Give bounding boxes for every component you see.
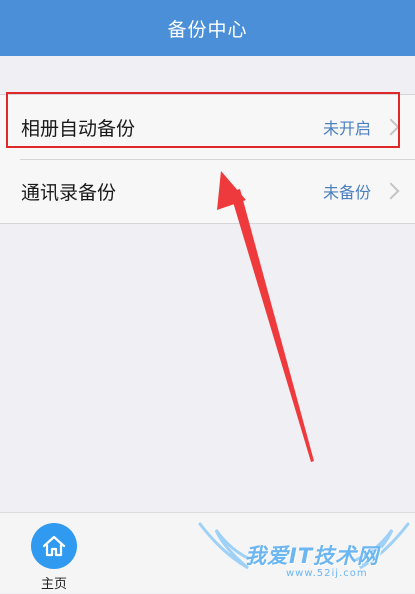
contacts-backup-status: 未备份: [322, 183, 371, 202]
home-icon: [42, 535, 66, 557]
bottom-tab-bar: 主页: [0, 512, 415, 593]
chevron-right-icon: [382, 118, 400, 136]
album-auto-backup-label: 相册自动备份: [21, 117, 136, 140]
chevron-right-icon: [382, 182, 400, 200]
home-tab-label: 主页: [40, 577, 67, 592]
backup-settings-list: 相册自动备份 未开启 通讯录备份 未备份: [0, 94, 415, 224]
contacts-backup-label: 通讯录备份: [21, 181, 117, 204]
page-title: 备份中心: [167, 18, 248, 41]
annotation-arrow: [217, 171, 314, 462]
home-tab[interactable]: 主页: [28, 523, 80, 592]
top-nav-bar: 备份中心: [0, 0, 415, 56]
album-auto-backup-row[interactable]: 相册自动备份 未开启: [0, 95, 415, 159]
home-button[interactable]: [31, 523, 77, 569]
contacts-backup-row[interactable]: 通讯录备份 未备份: [0, 159, 415, 223]
album-auto-backup-status: 未开启: [322, 119, 371, 138]
